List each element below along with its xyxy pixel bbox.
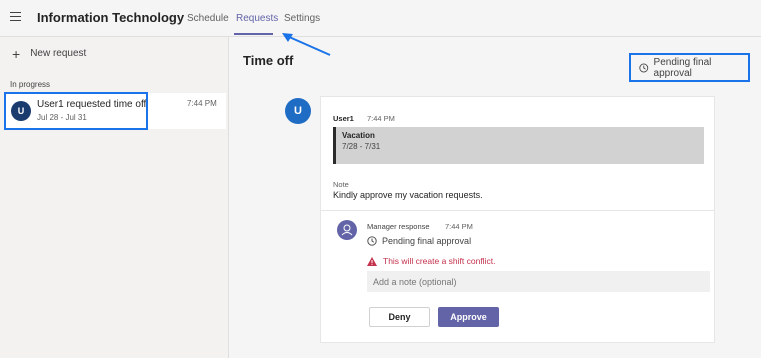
time-off-reason: Vacation <box>342 131 375 140</box>
plus-icon: + <box>12 45 21 62</box>
manager-note-input[interactable] <box>367 271 710 292</box>
page-title: Time off <box>243 53 294 68</box>
new-request-label: New request <box>30 48 87 59</box>
requests-sidebar: + New request In progress U User1 reques… <box>0 37 229 358</box>
top-bar: Information Technology Schedule Requests… <box>0 0 761 37</box>
approve-button[interactable]: Approve <box>438 307 499 327</box>
request-card: User1 7:44 PM Vacation 7/28 - 7/31 Note … <box>320 96 715 343</box>
manager-response-label: Manager response <box>367 222 430 231</box>
section-label-in-progress: In progress <box>10 80 51 89</box>
time-off-dates: 7/28 - 7/31 <box>342 142 381 151</box>
shift-conflict-warning: This will create a shift conflict. <box>367 256 495 266</box>
status-text: Pending final approval <box>653 56 712 79</box>
tab-settings[interactable]: Settings <box>284 13 320 24</box>
note-label: Note <box>333 180 349 189</box>
active-tab-indicator <box>234 33 273 35</box>
request-timestamp: 7:44 PM <box>367 114 395 123</box>
clock-icon <box>367 236 377 246</box>
clock-icon <box>639 63 649 72</box>
tab-requests[interactable]: Requests <box>236 13 278 24</box>
annotation-highlight-box <box>4 92 148 130</box>
requester-name: User1 <box>333 114 354 123</box>
divider <box>321 210 714 211</box>
avatar: U <box>285 98 311 124</box>
time-off-details: Vacation 7/28 - 7/31 <box>333 127 704 164</box>
tab-schedule[interactable]: Schedule <box>187 13 229 24</box>
note-text: Kindly approve my vacation requests. <box>333 190 483 200</box>
person-icon <box>337 220 357 240</box>
request-time: 7:44 PM <box>187 99 217 108</box>
app-title: Information Technology <box>37 10 185 25</box>
manager-response-time: 7:44 PM <box>445 222 473 231</box>
manager-status-text: Pending final approval <box>382 236 472 246</box>
new-request-button[interactable]: + New request <box>12 45 87 62</box>
warning-text: This will create a shift conflict. <box>383 256 496 266</box>
warning-icon <box>367 256 377 266</box>
status-badge: Pending final approval <box>629 53 750 82</box>
manager-status: Pending final approval <box>367 236 471 246</box>
hamburger-icon[interactable] <box>10 12 21 22</box>
deny-button[interactable]: Deny <box>369 307 430 327</box>
